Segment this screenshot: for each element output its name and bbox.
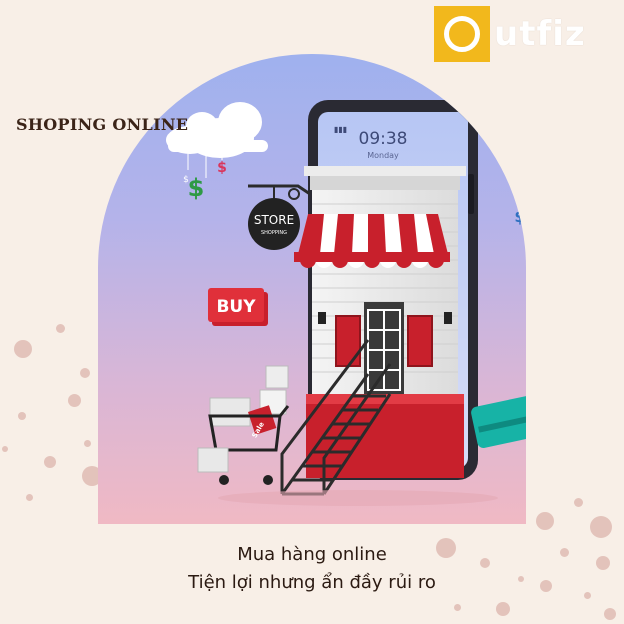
credit-card-icon — [471, 394, 526, 448]
logo-wordmark: utfiz — [494, 14, 586, 54]
poster: $ $ $ $ 09:38 Monday ▮▮▮ STORE SHOPPING … — [0, 0, 624, 624]
decor-dot — [18, 412, 26, 420]
decor-dot — [2, 446, 8, 452]
striped-awning — [294, 214, 450, 268]
store-sign-sub: SHOPPING — [261, 230, 287, 236]
decor-dot — [44, 456, 56, 468]
decor-dot — [84, 440, 91, 447]
decor-dot — [496, 602, 510, 616]
decor-dot — [536, 512, 554, 530]
ring-icon — [444, 16, 480, 52]
dollar-icon: $ — [188, 174, 205, 202]
store-sign-title: STORE — [254, 213, 294, 227]
buy-sign: BUY — [208, 288, 268, 326]
phone-day: Monday — [367, 151, 399, 160]
caption-line-1: Mua hàng online — [237, 544, 387, 565]
dollar-icon: $ — [183, 175, 189, 185]
headline: SHOPING ONLINE — [16, 115, 189, 134]
decor-dot — [68, 394, 81, 407]
decor-dot — [14, 340, 32, 358]
decor-dot — [574, 498, 583, 507]
decor-dot — [26, 494, 33, 501]
dollar-icon: $ — [514, 207, 525, 226]
decor-dot — [454, 604, 461, 611]
caption-line-2: Tiện lợi nhưng ẩn đầy rủi ro — [188, 572, 436, 593]
decor-dot — [604, 608, 616, 620]
phone-time: 09:38 — [359, 129, 408, 149]
dollar-icon: $ — [217, 160, 227, 176]
store-sign: STORE SHOPPING — [248, 184, 311, 250]
buy-label: BUY — [216, 297, 256, 317]
shopping-cart-icon: Sale — [197, 365, 290, 485]
outfiz-logo: utfiz — [434, 6, 586, 62]
logo-mark — [434, 6, 490, 62]
decor-dot — [590, 516, 612, 538]
decor-dot — [80, 368, 90, 378]
decor-dot — [56, 324, 65, 333]
decor-dot — [584, 592, 591, 599]
signal-icon: ▮▮▮ — [334, 125, 347, 134]
